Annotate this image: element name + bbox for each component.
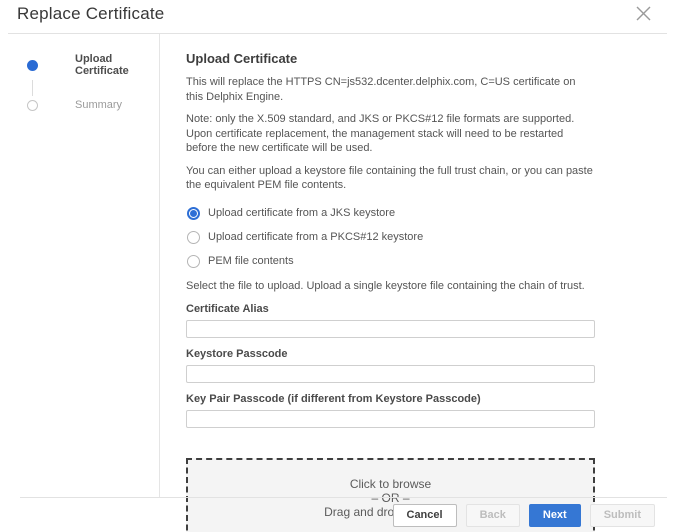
keystore-passcode-field-group: Keystore Passcode [186,348,595,383]
certificate-alias-field-group: Certificate Alias [186,303,595,338]
wizard-stepper: Upload Certificate Summary [8,34,160,497]
radio-label: PEM file contents [208,255,294,267]
close-button[interactable] [632,2,655,25]
upload-or-paste-text: You can either upload a keystore file co… [186,164,595,193]
dialog-title: Replace Certificate [17,4,164,30]
upload-certificate-panel: Upload Certificate This will replace the… [160,34,667,497]
certificate-alias-label: Certificate Alias [186,303,595,315]
radio-unselected-icon [187,255,200,268]
dialog-footer: Cancel Back Next Submit [20,497,667,532]
radio-label: Upload certificate from a JKS keystore [208,207,395,219]
back-button[interactable]: Back [466,504,520,527]
keypair-passcode-label: Key Pair Passcode (if different from Key… [186,393,595,405]
keypair-passcode-input[interactable] [186,410,595,428]
certificate-alias-input[interactable] [186,320,595,338]
intro-text: This will replace the HTTPS CN=js532.dce… [186,75,595,104]
stepper-item-label: Summary [75,99,122,111]
stepper-connector-line [32,80,33,96]
radio-label: Upload certificate from a PKCS#12 keysto… [208,231,423,243]
replace-certificate-dialog: Replace Certificate Upload Certificate S… [0,0,675,532]
step-pending-dot-icon [27,100,38,111]
stepper-item-upload-certificate[interactable]: Upload Certificate [8,53,159,77]
radio-unselected-icon [187,231,200,244]
keystore-passcode-label: Keystore Passcode [186,348,595,360]
dialog-header: Replace Certificate [8,0,667,34]
step-active-dot-icon [27,60,38,71]
radio-pkcs12-keystore[interactable]: Upload certificate from a PKCS#12 keysto… [186,231,595,244]
radio-pem-contents[interactable]: PEM file contents [186,255,595,268]
cancel-button[interactable]: Cancel [393,504,457,527]
stepper-item-summary[interactable]: Summary [8,99,159,111]
panel-heading: Upload Certificate [186,51,595,66]
certificate-source-radio-group: Upload certificate from a JKS keystore U… [186,207,595,268]
select-file-hint: Select the file to upload. Upload a sing… [186,279,595,294]
radio-jks-keystore[interactable]: Upload certificate from a JKS keystore [186,207,595,220]
keypair-passcode-field-group: Key Pair Passcode (if different from Key… [186,393,595,428]
dialog-body: Upload Certificate Summary Upload Certif… [8,34,667,497]
radio-selected-icon [187,207,200,220]
dropzone-click-text: Click to browse [350,478,431,492]
next-button[interactable]: Next [529,504,581,527]
submit-button[interactable]: Submit [590,504,655,527]
keystore-passcode-input[interactable] [186,365,595,383]
stepper-item-label: Upload Certificate [75,53,159,77]
format-note-text: Note: only the X.509 standard, and JKS o… [186,112,595,156]
close-icon [634,4,653,23]
